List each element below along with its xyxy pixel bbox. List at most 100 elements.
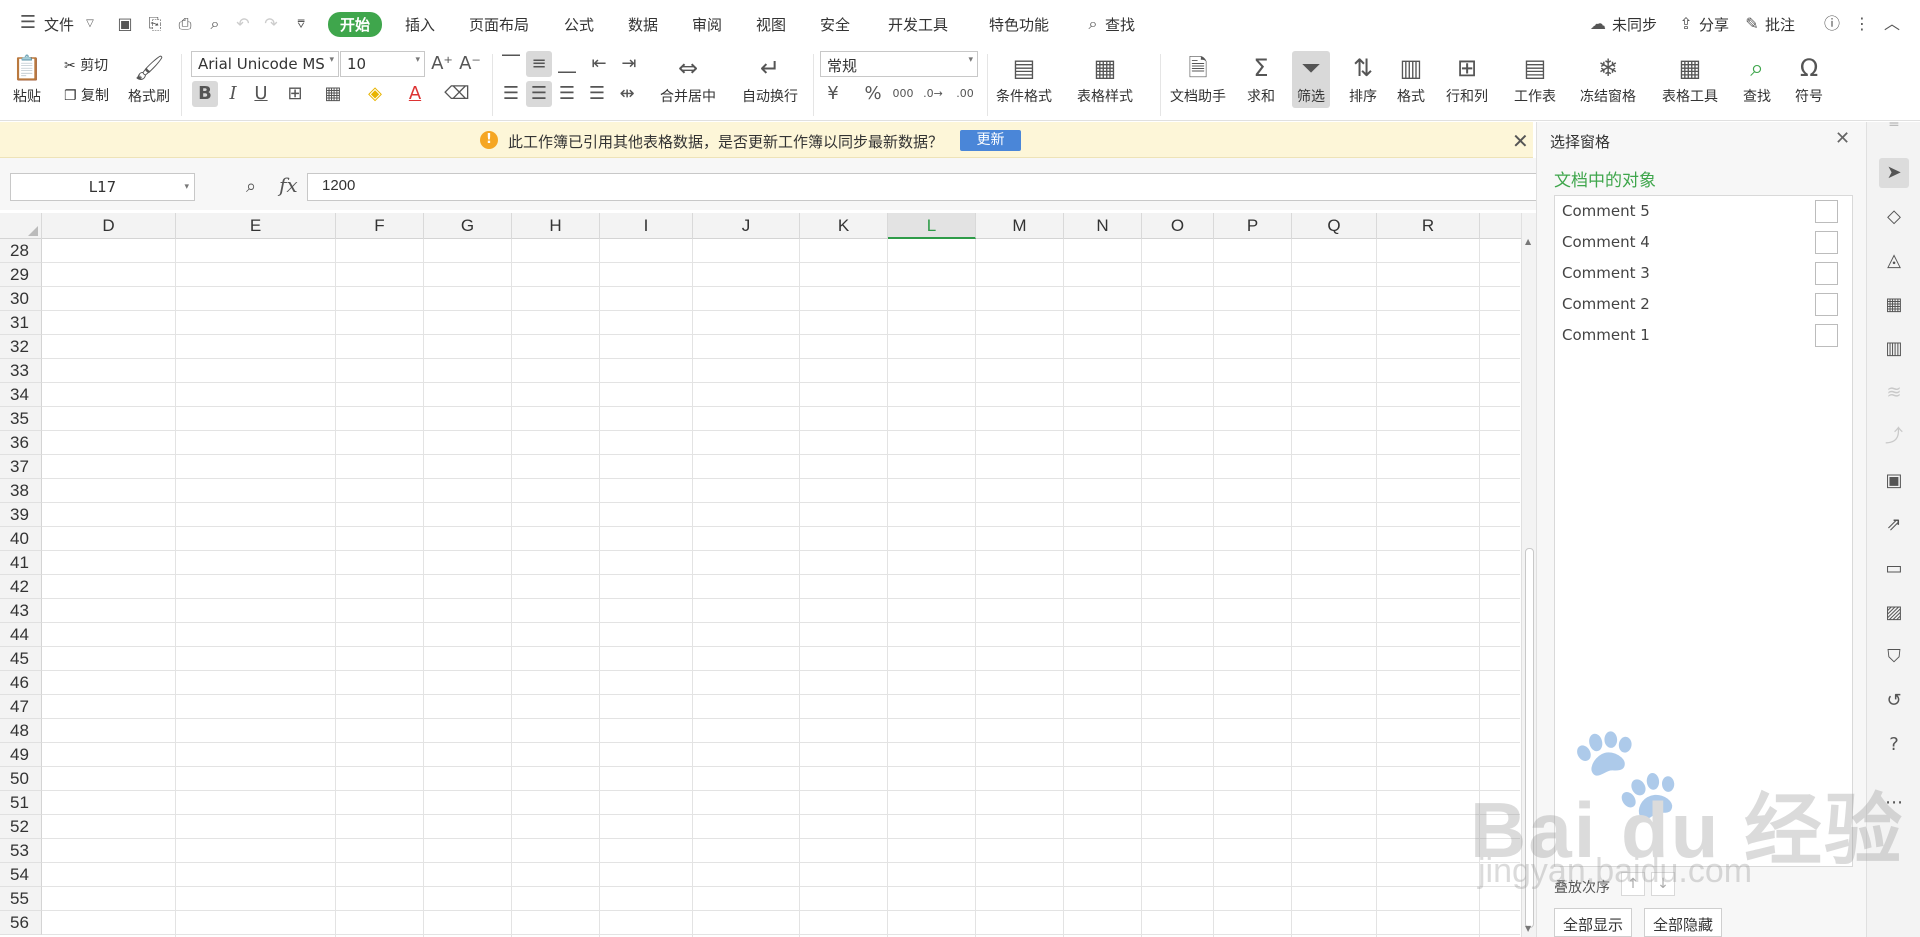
more-horizontal-icon[interactable]: ⋯ [1879,788,1909,818]
cell-style-icon[interactable]: ▦ [320,81,346,107]
row-header-31[interactable]: 31 [0,311,42,335]
row-header-35[interactable]: 35 [0,407,42,431]
layers-icon[interactable]: ◬ [1879,246,1909,276]
column-header-k[interactable]: K [800,213,888,239]
row-header-30[interactable]: 30 [0,287,42,311]
sum-button[interactable]: Σ 求和 [1246,53,1276,106]
visibility-checkbox[interactable] [1815,324,1838,347]
share-button[interactable]: 分享 [1699,14,1729,35]
export-share-icon[interactable]: ⇗ [1879,510,1909,540]
shield-icon[interactable]: ⛉ [1879,642,1909,672]
archive-icon[interactable]: ▭ [1879,554,1909,584]
row-header-50[interactable]: 50 [0,767,42,791]
column-header-h[interactable]: H [512,213,600,239]
column-header-p[interactable]: P [1214,213,1292,239]
italic-button[interactable]: I [220,81,246,107]
font-color-icon[interactable]: A [402,81,428,107]
row-header-41[interactable]: 41 [0,551,42,575]
cloud-sync-icon[interactable]: ☁ [1588,14,1608,34]
format-button[interactable]: ▥ 格式 [1396,53,1426,106]
align-right-icon[interactable]: ☰ [554,81,580,107]
worksheet-button[interactable]: ▤ 工作表 [1514,53,1556,106]
pane-title[interactable]: 选择窗格 [1550,131,1610,152]
picture-icon[interactable]: ▨ [1879,598,1909,628]
select-all-corner[interactable] [0,213,42,239]
scroll-thumb[interactable] [1525,548,1534,928]
tab-security[interactable]: 安全 [820,14,850,35]
zoom-icon[interactable]: ⌕ [246,176,256,197]
help-icon[interactable]: ⓘ [1822,14,1842,34]
row-header-28[interactable]: 28 [0,239,42,263]
close-icon[interactable]: ✕ [1512,129,1529,153]
table-tools-button[interactable]: ▦ 表格工具 [1662,53,1718,106]
help-circle-icon[interactable]: ? [1879,730,1909,760]
copy-button[interactable]: ❐ 复制 [64,85,109,105]
apps-grid-icon[interactable]: ▦ [1879,290,1909,320]
increase-indent-icon[interactable]: ⇥ [616,51,642,77]
collapse-ribbon-icon[interactable]: ︿ [1882,14,1902,34]
tab-review[interactable]: 审阅 [692,14,722,35]
visibility-checkbox[interactable] [1815,293,1838,316]
row-header-45[interactable]: 45 [0,647,42,671]
row-header-34[interactable]: 34 [0,383,42,407]
more-options-icon[interactable]: ⋮ [1852,14,1872,34]
list-item[interactable]: Comment 3 [1555,258,1852,289]
row-header-36[interactable]: 36 [0,431,42,455]
row-header-29[interactable]: 29 [0,263,42,287]
align-top-icon[interactable]: ⎺ [498,51,524,77]
column-header-d[interactable]: D [42,213,176,239]
row-header-49[interactable]: 49 [0,743,42,767]
column-header-n[interactable]: N [1064,213,1142,239]
move-up-icon[interactable]: ↑ [1621,872,1645,896]
align-bottom-icon[interactable]: ⎽ [554,51,580,77]
update-button[interactable]: 更新 [960,130,1021,151]
row-header-33[interactable]: 33 [0,359,42,383]
clear-format-icon[interactable]: ⌫ [444,81,470,107]
borders-icon[interactable]: ⊞ [282,81,308,107]
row-header-42[interactable]: 42 [0,575,42,599]
scroll-up-arrow-icon[interactable]: ▲ [1525,237,1531,246]
decrease-indent-icon[interactable]: ⇤ [586,51,612,77]
redo-icon[interactable]: ↷ [261,14,281,34]
tab-special-features[interactable]: 特色功能 [989,14,1049,35]
align-center-icon[interactable]: ☰ [526,81,552,107]
find-button[interactable]: ⌕ 查找 [1742,53,1772,106]
percent-icon[interactable]: % [860,81,886,107]
row-col-button[interactable]: ⊞ 行和列 [1446,53,1488,106]
increase-decimal-icon[interactable]: .0→ [920,81,946,107]
hamburger-menu-icon[interactable]: ☰ [18,13,38,33]
column-header-r[interactable]: R [1377,213,1480,239]
row-header-47[interactable]: 47 [0,695,42,719]
print-preview-icon[interactable]: ⌕ [205,14,225,34]
thousands-separator-icon[interactable]: 000 [890,81,916,107]
undo-icon[interactable]: ↶ [233,14,253,34]
increase-font-icon[interactable]: A⁺ [429,51,455,77]
history-icon[interactable]: ↺ [1879,686,1909,716]
doc-assistant-button[interactable]: 🗎 文档助手 [1170,53,1226,106]
export-icon[interactable]: ⎘ [145,14,165,34]
scroll-down-arrow-icon[interactable]: ▼ [1525,924,1531,933]
fill-color-icon[interactable]: ◈ [362,81,388,107]
format-painter-button[interactable]: 🖌 格式刷 [128,53,170,106]
share-icon[interactable]: ⇪ [1676,14,1696,34]
row-header-32[interactable]: 32 [0,335,42,359]
search-label[interactable]: 查找 [1105,14,1135,35]
move-down-icon[interactable]: ↓ [1651,872,1675,896]
shapes-icon[interactable]: ◇ [1879,202,1909,232]
table-style-button[interactable]: ▦ 表格样式 [1077,53,1133,106]
list-item[interactable]: Comment 2 [1555,289,1852,320]
visibility-checkbox[interactable] [1815,262,1838,285]
decrease-decimal-icon[interactable]: .00 [952,81,978,107]
row-header-53[interactable]: 53 [0,839,42,863]
merge-center-button[interactable]: ⇔ 合并居中 [660,53,716,106]
customize-toolbar-icon[interactable]: ⩢ [291,14,311,34]
font-size-select[interactable]: 10 ▾ [340,51,425,77]
row-header-43[interactable]: 43 [0,599,42,623]
image-gallery-icon[interactable]: ▣ [1879,466,1909,496]
row-header-40[interactable]: 40 [0,527,42,551]
hide-all-button[interactable]: 全部隐藏 [1644,908,1723,937]
sort-button[interactable]: ⇅ 排序 [1348,53,1378,106]
save-icon[interactable]: ▣ [115,14,135,34]
number-format-select[interactable]: 常规 ▾ [820,51,978,77]
row-header-44[interactable]: 44 [0,623,42,647]
